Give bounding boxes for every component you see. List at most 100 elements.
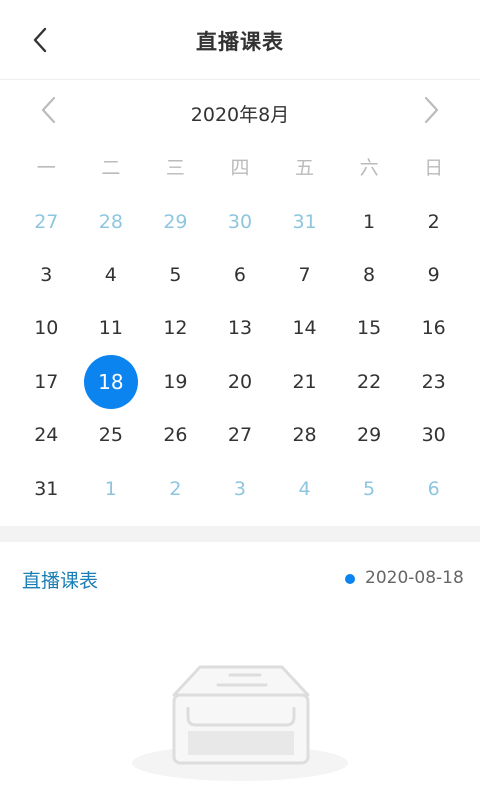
calendar-day[interactable]: 29 [337, 409, 402, 462]
day-number: 31 [34, 477, 59, 500]
day-number: 20 [227, 370, 253, 393]
weekday-header: 一二三四五六日 [14, 140, 466, 196]
calendar-day[interactable]: 27 [14, 195, 79, 248]
calendar-day[interactable]: 1 [337, 195, 402, 248]
calendar-day[interactable]: 17 [14, 355, 79, 408]
day-number: 3 [233, 477, 247, 500]
calendar-day[interactable]: 14 [272, 302, 337, 355]
calendar-day[interactable]: 4 [272, 462, 337, 515]
day-number: 6 [427, 477, 440, 500]
section-divider [0, 526, 480, 542]
calendar-day[interactable]: 4 [79, 248, 144, 301]
day-number: 12 [163, 317, 188, 340]
day-number: 16 [421, 317, 446, 340]
calendar-day[interactable]: 11 [79, 302, 144, 355]
day-number: 9 [427, 264, 440, 287]
calendar-day[interactable]: 3 [14, 248, 79, 301]
calendar-day[interactable]: 31 [14, 462, 79, 515]
empty-inbox-icon [132, 665, 348, 781]
day-number: 1 [363, 210, 376, 233]
calendar-day[interactable]: 22 [337, 355, 402, 408]
calendar-day[interactable]: 20 [208, 355, 273, 408]
calendar-day[interactable]: 13 [208, 302, 273, 355]
day-number: 7 [298, 264, 311, 287]
day-number: 8 [363, 264, 376, 287]
weekday-label: 四 [230, 157, 250, 179]
weekday-label: 五 [295, 157, 315, 179]
month-navigator: 2020年8月 [0, 80, 480, 140]
calendar-day[interactable]: 9 [401, 248, 466, 301]
day-number: 26 [163, 424, 188, 447]
calendar-day[interactable]: 2 [401, 195, 466, 248]
calendar-day[interactable]: 5 [337, 462, 402, 515]
day-number: 24 [34, 424, 59, 447]
day-number: 19 [163, 370, 188, 393]
day-number: 4 [104, 264, 117, 287]
weekday-label: 一 [36, 157, 56, 179]
calendar-day[interactable]: 25 [79, 409, 144, 462]
day-number: 2 [427, 210, 440, 233]
weekday-label: 日 [424, 157, 444, 179]
month-label: 2020年8月 [190, 104, 290, 126]
day-number: 2 [169, 477, 182, 500]
calendar-day[interactable]: 29 [143, 195, 208, 248]
day-number: 23 [421, 370, 446, 393]
page-title: 直播课表 [196, 30, 284, 54]
calendar-day[interactable]: 24 [14, 409, 79, 462]
calendar-day[interactable]: 15 [337, 302, 402, 355]
weekday-label: 三 [165, 157, 185, 179]
calendar-day[interactable]: 31 [272, 195, 337, 248]
day-number: 5 [169, 264, 182, 287]
day-number: 30 [227, 210, 253, 233]
calendar-day[interactable]: 10 [14, 302, 79, 355]
day-number: 30 [421, 424, 446, 447]
day-number: 27 [227, 424, 253, 447]
day-number: 11 [98, 317, 123, 340]
day-number: 3 [40, 264, 53, 287]
calendar-day[interactable]: 1 [79, 462, 144, 515]
day-number: 28 [292, 424, 317, 447]
calendar-day[interactable]: 30 [401, 409, 466, 462]
day-number: 1 [104, 477, 117, 500]
schedule-title: 直播课表 [22, 570, 99, 592]
chevron-right-icon [424, 96, 439, 124]
calendar-day[interactable]: 19 [143, 355, 208, 408]
calendar-day[interactable]: 7 [272, 248, 337, 301]
calendar-day[interactable]: 3 [208, 462, 273, 515]
day-number: 18 [83, 354, 138, 409]
calendar-day[interactable]: 28 [272, 409, 337, 462]
calendar-day[interactable]: 8 [337, 248, 402, 301]
date-dot-icon [345, 574, 355, 584]
day-number: 29 [163, 210, 188, 233]
calendar-day[interactable]: 2 [143, 462, 208, 515]
calendar-day[interactable]: 28 [79, 195, 144, 248]
calendar-day[interactable]: 12 [143, 302, 208, 355]
app-header: 直播课表 [0, 0, 480, 80]
day-number: 21 [292, 370, 317, 393]
weekday-label: 二 [101, 157, 121, 179]
day-number: 5 [363, 477, 376, 500]
calendar-day[interactable]: 30 [208, 195, 273, 248]
day-number: 31 [292, 210, 317, 233]
calendar-day[interactable]: 5 [143, 248, 208, 301]
day-number: 17 [34, 370, 59, 393]
calendar-day[interactable]: 23 [401, 355, 466, 408]
day-number: 14 [292, 317, 317, 340]
day-number: 27 [34, 210, 59, 233]
day-number: 15 [357, 317, 382, 340]
calendar-day[interactable]: 26 [143, 409, 208, 462]
schedule-header: 直播课表 2020-08-18 [0, 542, 480, 616]
calendar-day[interactable]: 6 [401, 462, 466, 515]
day-number: 29 [357, 424, 382, 447]
calendar-day[interactable]: 21 [272, 355, 337, 408]
day-number: 10 [34, 317, 59, 340]
calendar-day[interactable]: 6 [208, 248, 273, 301]
next-month-button[interactable] [412, 90, 452, 130]
weekday-label: 六 [359, 157, 379, 179]
day-number: 6 [233, 264, 247, 287]
calendar-day-selected[interactable]: 18 [79, 354, 144, 409]
day-number: 4 [298, 477, 311, 500]
calendar-day[interactable]: 16 [401, 302, 466, 355]
selected-date: 2020-08-18 [365, 568, 464, 588]
calendar-day[interactable]: 27 [208, 409, 273, 462]
